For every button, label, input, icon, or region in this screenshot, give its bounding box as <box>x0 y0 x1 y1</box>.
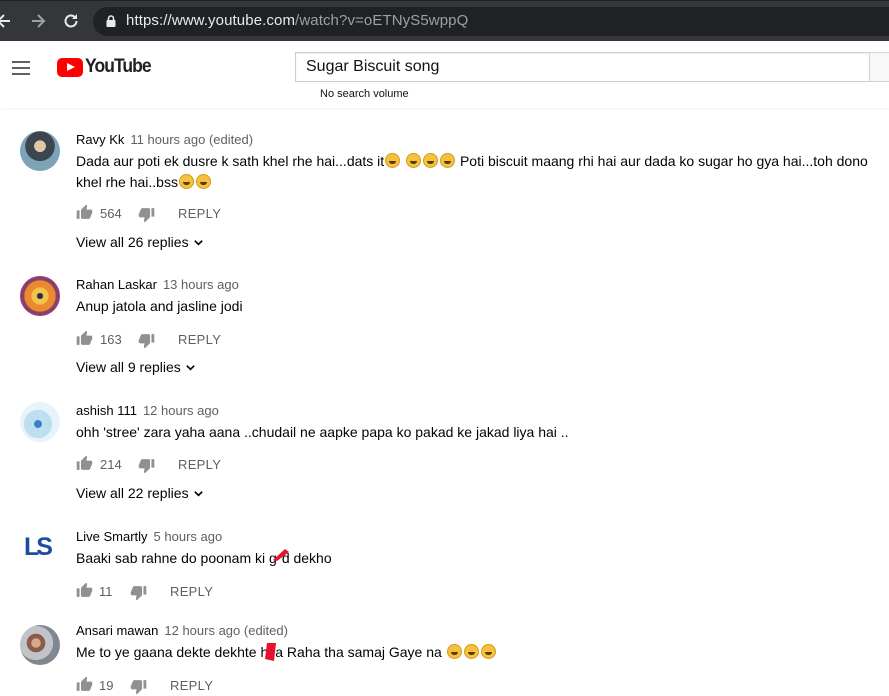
avatar[interactable] <box>20 131 60 171</box>
chevron-down-icon <box>186 365 195 371</box>
reload-icon[interactable] <box>61 11 81 31</box>
thumb-down-icon[interactable] <box>138 206 155 223</box>
comment-author[interactable]: Rahan Laskar <box>76 277 157 292</box>
chevron-down-icon <box>193 491 203 497</box>
comment-time[interactable]: 5 hours ago <box>154 529 223 544</box>
comment-text: Anup jatola and jasline jodi <box>76 298 243 314</box>
chevron-down-icon <box>193 240 203 246</box>
youtube-play-icon <box>57 58 83 77</box>
thumb-up-icon[interactable] <box>76 204 93 221</box>
comment-time[interactable]: 12 hours ago <box>143 403 219 418</box>
thumb-up-icon[interactable] <box>76 582 93 599</box>
thumb-down-icon[interactable] <box>130 584 147 601</box>
red-scribble-mark <box>273 549 289 561</box>
view-replies-button[interactable]: View all 26 replies <box>76 234 204 250</box>
reply-button[interactable]: REPLY <box>178 206 221 221</box>
reply-button[interactable]: REPLY <box>178 457 221 472</box>
like-count: 214 <box>100 457 122 472</box>
url-text: https://www.youtube.com/watch?v=oETNyS5w… <box>126 12 469 29</box>
laughing-emoji-icon <box>406 153 422 168</box>
like-count: 11 <box>99 584 113 599</box>
comment-time[interactable]: 12 hours ago (edited) <box>164 623 288 638</box>
comment-author[interactable]: ashish 111 <box>76 403 137 418</box>
avatar[interactable] <box>20 402 60 442</box>
laughing-emoji-icon <box>423 153 439 168</box>
laughing-emoji-icon <box>463 644 479 659</box>
comment-author[interactable]: Ravy Kk <box>76 132 124 147</box>
red-scribble-mark <box>265 643 276 661</box>
avatar[interactable] <box>20 625 60 665</box>
search-button[interactable] <box>869 52 889 82</box>
forward-arrow-icon[interactable] <box>28 11 48 31</box>
menu-icon[interactable] <box>12 61 30 75</box>
search-box[interactable] <box>295 52 869 82</box>
view-replies-button[interactable]: View all 22 replies <box>76 485 204 501</box>
avatar[interactable] <box>20 276 60 316</box>
thumb-down-icon[interactable] <box>138 332 155 349</box>
laughing-emoji-icon <box>195 174 211 189</box>
thumb-up-icon[interactable] <box>76 330 93 347</box>
comment-text: Baaki sab rahne do poonam ki gd dekho <box>76 550 332 566</box>
comment-time[interactable]: 13 hours ago <box>163 277 239 292</box>
view-replies-button[interactable]: View all 9 replies <box>76 359 196 375</box>
thumb-down-icon[interactable] <box>138 457 155 474</box>
search-input[interactable] <box>296 53 846 81</box>
like-count: 19 <box>99 678 114 693</box>
search-volume-hint: No search volume <box>320 88 409 100</box>
address-bar[interactable]: https://www.youtube.com/watch?v=oETNyS5w… <box>93 7 889 36</box>
reply-button[interactable]: REPLY <box>170 584 213 599</box>
comment-text: Me to ye gaana dekte dekhte ha Raha tha … <box>76 642 876 663</box>
thumb-up-icon[interactable] <box>76 455 93 472</box>
laughing-emoji-icon <box>178 174 194 189</box>
avatar[interactable]: LS <box>20 528 60 568</box>
laughing-emoji-icon <box>446 644 462 659</box>
thumb-down-icon[interactable] <box>130 678 147 695</box>
thumb-up-icon[interactable] <box>76 676 93 693</box>
reply-button[interactable]: REPLY <box>178 332 221 347</box>
reply-button[interactable]: REPLY <box>170 678 213 693</box>
like-count: 564 <box>100 206 122 221</box>
comment-author[interactable]: Live Smartly <box>76 529 148 544</box>
youtube-masthead: YouTube No search volume <box>0 41 889 108</box>
comment-author[interactable]: Ansari mawan <box>76 623 158 638</box>
lock-icon <box>106 15 116 27</box>
comment-text: ohh 'stree' zara yaha aana ..chudail ne … <box>76 424 569 440</box>
comment-text: Dada aur poti ek dusre k sath khel rhe h… <box>76 153 868 190</box>
browser-toolbar: https://www.youtube.com/watch?v=oETNyS5w… <box>0 0 889 42</box>
like-count: 163 <box>100 332 122 347</box>
back-arrow-icon[interactable] <box>0 11 14 31</box>
laughing-emoji-icon <box>480 644 496 659</box>
comment-time[interactable]: 11 hours ago (edited) <box>130 132 253 147</box>
laughing-emoji-icon <box>385 153 401 168</box>
laughing-emoji-icon <box>440 153 456 168</box>
